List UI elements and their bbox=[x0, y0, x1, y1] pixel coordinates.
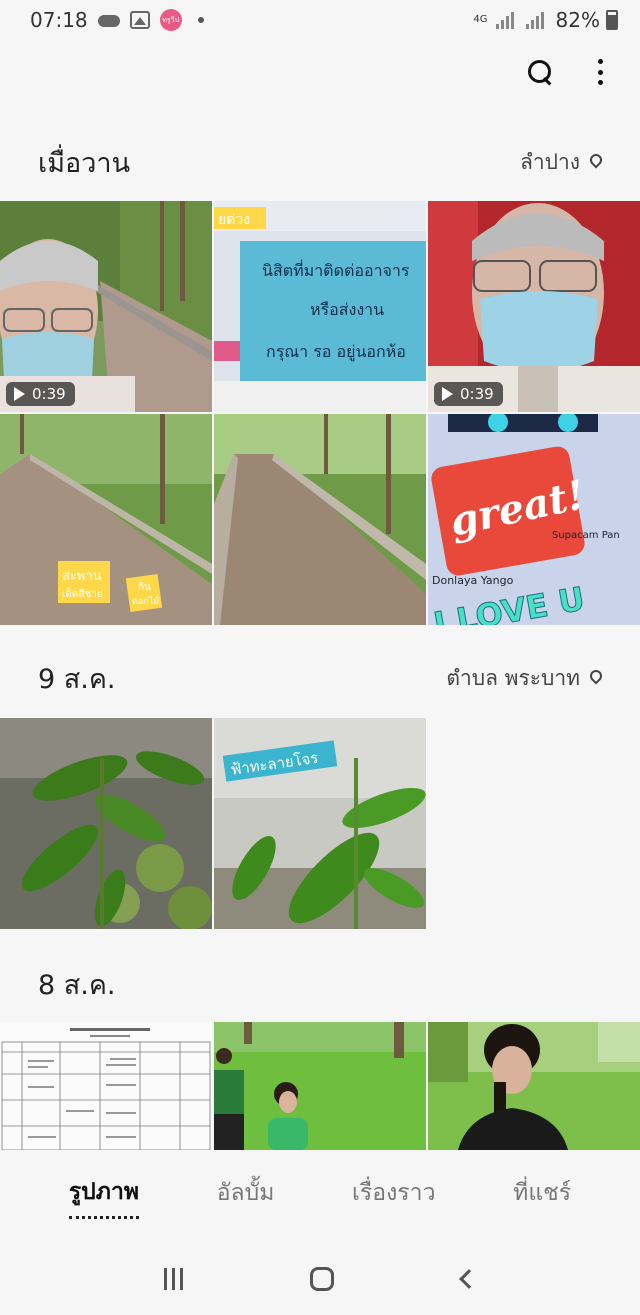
tab-pictures[interactable]: รูปภาพ bbox=[68, 1174, 140, 1219]
location-pin-icon bbox=[587, 667, 605, 685]
photo-image bbox=[0, 201, 212, 412]
section-title: 8 ส.ค. bbox=[38, 969, 116, 1001]
gallery-notification-icon bbox=[129, 11, 150, 29]
photo-image: สะพาน เด็ดสีชาย กิน ดอกไม้ bbox=[0, 414, 212, 625]
photo-image bbox=[214, 1022, 426, 1150]
video-duration: 0:39 bbox=[32, 385, 66, 403]
photo-image bbox=[0, 1022, 212, 1150]
photo-thumbnail[interactable] bbox=[214, 1022, 426, 1150]
section-location[interactable]: ตำบล พระบาท bbox=[446, 662, 605, 695]
video-duration-badge: 0:39 bbox=[6, 382, 75, 406]
search-icon[interactable] bbox=[526, 58, 554, 86]
battery-percent: 82% bbox=[555, 8, 600, 32]
sticker-text: ยด่วง bbox=[218, 212, 250, 228]
sticker-text: สะพาน bbox=[62, 569, 102, 584]
photo-thumbnail[interactable]: สะพาน เด็ดสีชาย กิน ดอกไม้ bbox=[0, 414, 212, 625]
play-icon bbox=[442, 387, 453, 401]
play-icon bbox=[14, 387, 25, 401]
back-icon[interactable] bbox=[459, 1268, 480, 1289]
photo-thumbnail[interactable]: ยด่วง นิสิตที่มาติดต่ออาจาร หรือส่งงาน ก… bbox=[214, 201, 426, 412]
sticker-text: Supacam Pan bbox=[552, 530, 620, 541]
sign-text-line-2: หรือส่งงาน bbox=[310, 300, 384, 319]
section-location[interactable]: ลำปาง bbox=[519, 146, 605, 179]
photo-thumbnail[interactable] bbox=[214, 414, 426, 625]
cloud-icon bbox=[97, 15, 120, 27]
more-options-icon[interactable] bbox=[598, 59, 604, 85]
photo-thumbnail[interactable]: 0:39 bbox=[428, 201, 640, 412]
photo-image bbox=[0, 718, 212, 929]
status-time: 07:18 bbox=[30, 8, 88, 32]
recent-apps-icon[interactable] bbox=[163, 1267, 183, 1290]
photo-image bbox=[428, 1022, 640, 1150]
photo-image bbox=[428, 201, 640, 412]
network-type: 4G bbox=[473, 14, 488, 25]
status-bar: 07:18 ทรูวีป 4G 82% bbox=[0, 0, 640, 40]
photo-thumbnail[interactable] bbox=[0, 718, 212, 929]
location-label: ตำบล พระบาท bbox=[446, 665, 580, 690]
sticker-text: ดอกไม้ bbox=[132, 596, 159, 607]
sign-text-line-3: กรุณา รอ อยู่นอกห้อ bbox=[266, 342, 406, 362]
section-header: 8 ส.ค. bbox=[38, 962, 602, 1006]
tab-albums[interactable]: อัลบั้ม bbox=[217, 1175, 275, 1217]
photo-thumbnail[interactable]: great! Donlaya Yango Supacam Pan I LOVE … bbox=[428, 414, 640, 625]
section-header: เมื่อวาน ลำปาง bbox=[38, 140, 605, 184]
sticker-text: กิน bbox=[138, 582, 151, 593]
photo-image: great! Donlaya Yango Supacam Pan I LOVE … bbox=[428, 414, 640, 625]
app-notification-icon: ทรูวีป bbox=[159, 9, 182, 31]
photo-thumbnail[interactable]: 0:39 bbox=[0, 201, 212, 412]
tab-stories[interactable]: เรื่องราว bbox=[352, 1175, 435, 1217]
toolbar bbox=[526, 58, 604, 86]
more-notifications-dot-icon bbox=[197, 17, 204, 23]
battery-icon bbox=[606, 10, 618, 30]
photo-image: ฟ้าทะลายโจร bbox=[214, 718, 426, 929]
tab-shared[interactable]: ที่แชร์ bbox=[513, 1175, 571, 1217]
bottom-tab-bar: รูปภาพ อัลบั้ม เรื่องราว ที่แชร์ bbox=[0, 1150, 640, 1242]
home-icon[interactable] bbox=[310, 1266, 335, 1291]
photo-thumbnail[interactable] bbox=[0, 1022, 212, 1150]
video-duration: 0:39 bbox=[460, 385, 494, 403]
video-duration-badge: 0:39 bbox=[434, 382, 503, 406]
location-label: ลำปาง bbox=[519, 149, 580, 174]
signal-icon-sim2 bbox=[525, 11, 544, 29]
photo-image bbox=[214, 414, 426, 625]
sticker-text: เด็ดสีชาย bbox=[62, 586, 103, 600]
section-title: 9 ส.ค. bbox=[38, 663, 116, 695]
sign-text-line-1: นิสิตที่มาติดต่ออาจาร bbox=[262, 259, 410, 280]
photo-image: ยด่วง นิสิตที่มาติดต่ออาจาร หรือส่งงาน ก… bbox=[214, 201, 426, 412]
system-navigation-bar bbox=[0, 1242, 640, 1315]
sticker-text: Donlaya Yango bbox=[432, 574, 514, 587]
photo-thumbnail[interactable]: ฟ้าทะลายโจร bbox=[214, 718, 426, 929]
location-pin-icon bbox=[587, 151, 605, 169]
photo-thumbnail[interactable] bbox=[428, 1022, 640, 1150]
section-title: เมื่อวาน bbox=[38, 147, 131, 179]
section-header: 9 ส.ค. ตำบล พระบาท bbox=[38, 656, 605, 700]
signal-icon bbox=[495, 11, 514, 29]
